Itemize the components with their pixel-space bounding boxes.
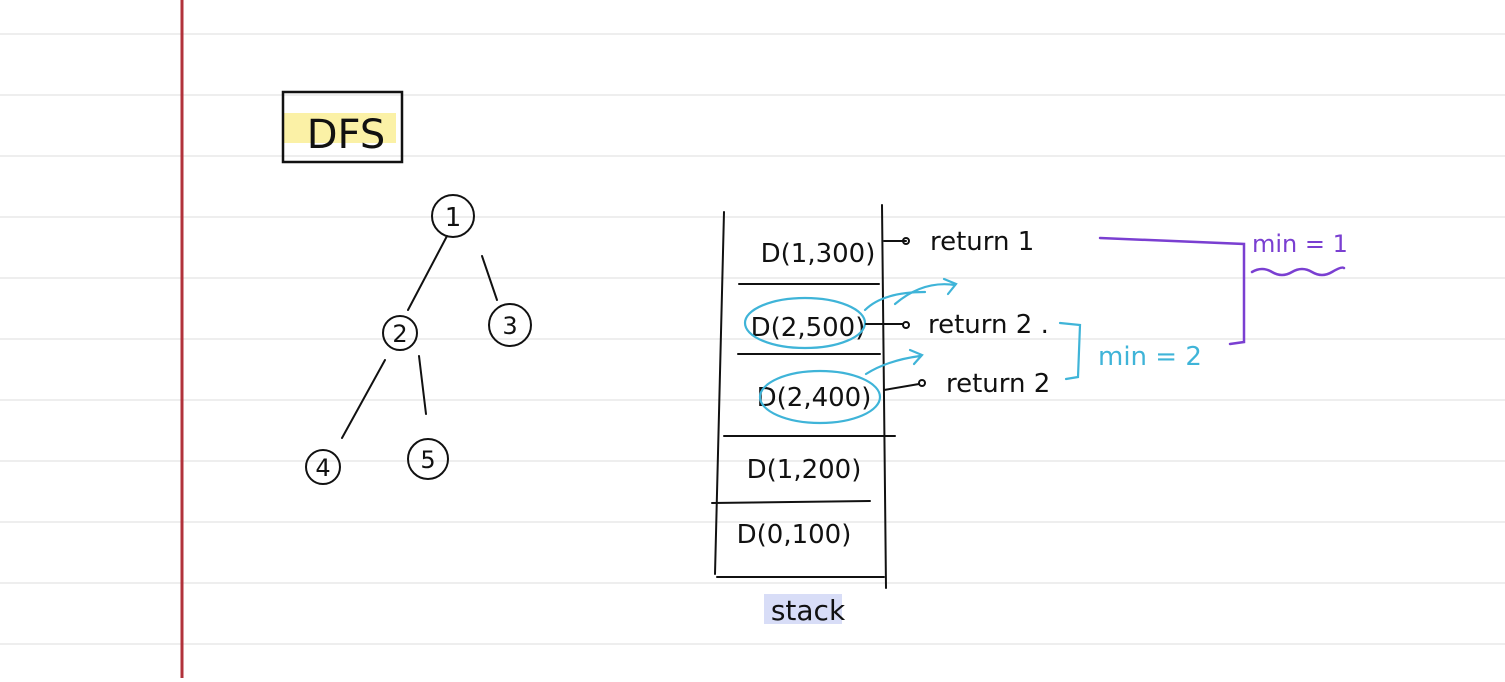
tree-node-label: 5 (420, 446, 435, 474)
stack-frame: D(2,400) (757, 383, 872, 413)
min-annotation-blue: min = 2 (1098, 342, 1202, 372)
tree-node: 5 (407, 438, 449, 480)
return-text: return 2 . (928, 310, 1049, 340)
edge-2-5 (418, 355, 427, 415)
stack: D(1,300) D(2,500) D(2,400) D(1,200) D(0,… (711, 204, 896, 627)
tree-node-label: 4 (315, 454, 330, 482)
edge-1-2 (407, 235, 448, 311)
stack-frame: D(2,500) (751, 313, 866, 343)
return-text: return 1 (930, 227, 1034, 257)
stack-left-wall (714, 211, 725, 575)
notebook-page: DFS 1 2 3 4 5 D(1,300) D(2,500) D(2,400)… (0, 0, 1505, 678)
stack-frame: D(1,300) (761, 239, 876, 269)
stack-label: stack (771, 594, 846, 627)
handwritten-diagram: DFS 1 2 3 4 5 D(1,300) D(2,500) D(2,400)… (0, 0, 1505, 678)
tree-node-label: 1 (445, 203, 462, 233)
stack-frame: D(0,100) (737, 520, 852, 550)
title-text: DFS (307, 112, 386, 158)
tree-node-label: 2 (392, 320, 407, 348)
tree-node: 2 (382, 315, 418, 351)
tree-node: 3 (488, 303, 532, 347)
tree-node-label: 3 (502, 312, 517, 340)
stack-right-wall (881, 204, 887, 589)
min-annotation-purple: min = 1 (1252, 230, 1348, 258)
edge-2-4 (341, 359, 386, 439)
title-box: DFS (281, 90, 404, 164)
stack-divider (711, 500, 871, 504)
stack-frame: D(1,200) (747, 455, 862, 485)
return-text: return 2 (946, 369, 1050, 399)
tree-node: 4 (305, 449, 341, 485)
tree-node: 1 (431, 194, 475, 238)
